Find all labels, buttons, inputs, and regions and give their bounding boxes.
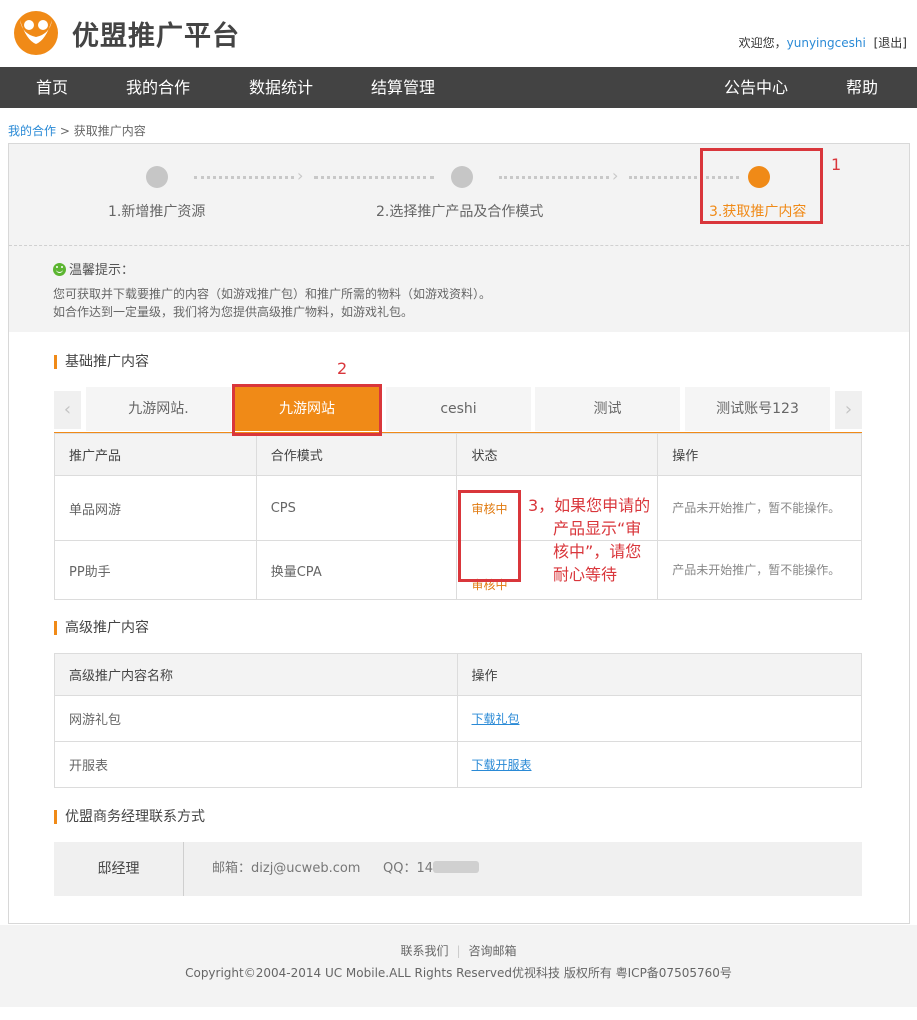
row-name: 网游礼包 xyxy=(54,695,458,742)
logo-text: 优盟推广平台 xyxy=(72,21,240,52)
tab-ceshi[interactable]: ceshi xyxy=(386,387,531,431)
consult-email-link[interactable]: 咨询邮箱 xyxy=(469,944,517,958)
row-product: PP助手 xyxy=(54,540,257,600)
username-link[interactable]: yunyingceshi xyxy=(787,36,866,50)
tab-site-1[interactable]: 九游网站. xyxy=(86,387,231,431)
main-nav: 首页 我的合作 数据统计 结算管理 公告中心 帮助 xyxy=(0,67,917,108)
nav-settlement[interactable]: 结算管理 xyxy=(371,67,435,108)
annotation-line: 产品显示“审 xyxy=(553,519,642,538)
breadcrumb-link[interactable]: 我的合作 xyxy=(8,124,56,138)
download-schedule-link[interactable]: 下载开服表 xyxy=(472,758,532,772)
advanced-table: 高级推广内容名称 操作 网游礼包 下载礼包 开服表 下载开服表 xyxy=(54,653,862,788)
blurred-number xyxy=(433,861,480,873)
annotation-number-1: 1 xyxy=(831,155,842,174)
col-name: 高级推广内容名称 xyxy=(54,653,458,696)
row-action: 下载礼包 xyxy=(456,695,862,742)
annotation-line: 核中”，请您 xyxy=(553,542,642,561)
chevron-right-icon: › xyxy=(612,166,619,185)
step-connector xyxy=(499,176,609,179)
col-action: 操作 xyxy=(657,433,862,476)
annotation-number-2: 2 xyxy=(337,359,348,378)
tips-line-1: 您可获取并下载要推广的内容（如游戏推广包）和推广所需的物料（如游戏资料）。 xyxy=(53,287,492,301)
col-product: 推广产品 xyxy=(54,433,257,476)
step-connector xyxy=(314,176,434,179)
row-name: 开服表 xyxy=(54,741,458,788)
footer: 联系我们 | 咨询邮箱 Copyright©2004-2014 UC Mobile.… xyxy=(0,925,917,1007)
manager-email: 邮箱：dizj@ucweb.com xyxy=(212,861,361,876)
annotation-box-2 xyxy=(232,384,382,436)
row-mode: 换量CPA xyxy=(255,540,458,600)
table-header-row: 高级推广内容名称 操作 xyxy=(54,653,862,696)
download-gift-link[interactable]: 下载礼包 xyxy=(472,712,520,726)
nav-statistics[interactable]: 数据统计 xyxy=(249,67,313,108)
footer-separator: | xyxy=(456,944,461,958)
welcome-bar: 欢迎您，yunyingceshi [退出] xyxy=(739,34,907,51)
nav-my-cooperation[interactable]: 我的合作 xyxy=(126,67,190,108)
tab-next-button[interactable]: › xyxy=(835,391,862,429)
manager-qq-text: QQ：14 xyxy=(383,861,434,876)
footer-links: 联系我们 | 咨询邮箱 xyxy=(0,942,917,959)
nav-home[interactable]: 首页 xyxy=(36,67,68,108)
tab-prev-button[interactable]: ‹ xyxy=(54,391,81,429)
header: 优盟推广平台 欢迎您，yunyingceshi [退出] xyxy=(0,0,917,67)
tips-title-text: 温馨提示： xyxy=(69,263,135,278)
manager-name: 邸经理 xyxy=(54,842,184,896)
basic-section-title: 基础推广内容 xyxy=(54,355,149,369)
row-action: 产品未开始推广，暂不能操作。 xyxy=(657,540,862,600)
annotation-box-3 xyxy=(458,490,521,582)
contact-section-title: 优盟商务经理联系方式 xyxy=(54,810,205,824)
manager-qq: QQ：14 xyxy=(383,842,480,896)
copyright: Copyright©2004-2014 UC Mobile.ALL Rights… xyxy=(185,966,732,980)
logo-icon xyxy=(14,11,58,55)
step-2-dot xyxy=(451,166,473,188)
breadcrumb: 我的合作 > 获取推广内容 xyxy=(8,122,146,139)
nav-announcements[interactable]: 公告中心 xyxy=(724,67,788,108)
smile-icon xyxy=(53,263,66,276)
col-status: 状态 xyxy=(456,433,659,476)
annotation-text-3: 3，如果您申请的 产品显示“审 核中”，请您 耐心等待 xyxy=(528,494,650,586)
step-2-label: 2.选择推广产品及合作模式 xyxy=(376,204,544,220)
tab-test[interactable]: 测试 xyxy=(535,387,680,431)
annotation-box-1 xyxy=(700,148,823,224)
table-row: 开服表 下载开服表 xyxy=(54,741,862,788)
row-product: 单品网游 xyxy=(54,475,257,541)
chevron-right-icon: › xyxy=(297,166,304,185)
advanced-section-title: 高级推广内容 xyxy=(54,621,149,635)
table-row: 网游礼包 下载礼包 xyxy=(54,695,862,742)
welcome-prefix: 欢迎您， xyxy=(738,36,787,50)
contact-card: 邸经理 邮箱：dizj@ucweb.com QQ：14 xyxy=(54,842,862,896)
divider xyxy=(9,245,909,246)
step-connector xyxy=(194,176,294,179)
step-1-dot xyxy=(146,166,168,188)
col-action: 操作 xyxy=(456,653,862,696)
tab-test-account[interactable]: 测试账号123 xyxy=(685,387,830,431)
tips-line-2: 如合作达到一定量级，我们将为您提供高级推广物料，如游戏礼包。 xyxy=(53,305,414,319)
col-mode: 合作模式 xyxy=(255,433,458,476)
tips-title: 温馨提示： xyxy=(53,259,134,278)
breadcrumb-separator: > xyxy=(56,124,74,138)
annotation-line: 耐心等待 xyxy=(553,565,618,584)
table-header-row: 推广产品 合作模式 状态 操作 xyxy=(54,433,862,476)
row-mode: CPS xyxy=(255,475,458,541)
logout-link[interactable]: [退出] xyxy=(874,36,907,50)
annotation-line: 3，如果您申请的 xyxy=(528,496,651,515)
step-1-label: 1.新增推广资源 xyxy=(108,204,206,220)
contact-us-link[interactable]: 联系我们 xyxy=(400,944,448,958)
row-action: 产品未开始推广，暂不能操作。 xyxy=(657,475,862,541)
row-action: 下载开服表 xyxy=(456,741,862,788)
breadcrumb-current: 获取推广内容 xyxy=(73,124,146,138)
nav-help[interactable]: 帮助 xyxy=(846,67,878,108)
